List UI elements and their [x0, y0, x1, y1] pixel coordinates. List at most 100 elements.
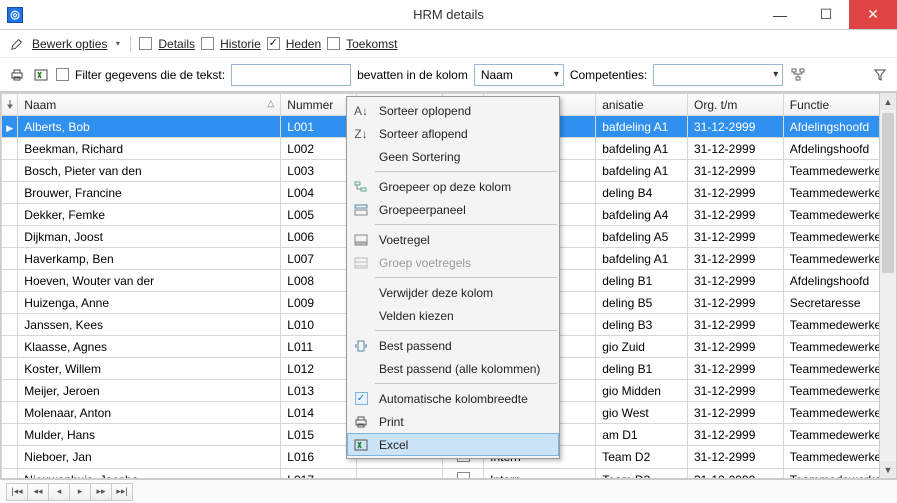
- col-organisatie[interactable]: anisatie: [596, 94, 688, 116]
- cm-print[interactable]: Print: [347, 410, 559, 433]
- details-link[interactable]: Details: [158, 37, 195, 51]
- cm-sort-asc[interactable]: A↓ Sorteer oplopend: [347, 99, 559, 122]
- cell-org-tm[interactable]: 31-12-2999: [687, 116, 783, 138]
- print-icon[interactable]: [8, 66, 26, 84]
- cell-nummer[interactable]: L013: [281, 380, 356, 402]
- cell-naam[interactable]: Bosch, Pieter van den: [18, 160, 281, 182]
- cell-nummer[interactable]: L008: [281, 270, 356, 292]
- scroll-down-icon[interactable]: ▼: [880, 461, 896, 478]
- cell-org-tm[interactable]: 31-12-2999: [687, 336, 783, 358]
- tree-icon[interactable]: [789, 66, 807, 84]
- cm-best-fit[interactable]: Best passend: [347, 334, 559, 357]
- cell-org-tm[interactable]: 31-12-2999: [687, 292, 783, 314]
- details-checkbox[interactable]: [139, 37, 152, 50]
- vertical-scrollbar[interactable]: ▲ ▼: [879, 93, 896, 478]
- cell-nummer[interactable]: L011: [281, 336, 356, 358]
- cell-org-tm[interactable]: 31-12-2999: [687, 380, 783, 402]
- cell-nummer[interactable]: L007: [281, 248, 356, 270]
- cell-org-tm[interactable]: 31-12-2999: [687, 226, 783, 248]
- scroll-up-icon[interactable]: ▲: [880, 93, 896, 110]
- col-pin[interactable]: [2, 94, 18, 116]
- close-button[interactable]: ✕: [849, 0, 897, 29]
- cell-nummer[interactable]: L012: [281, 358, 356, 380]
- edit-options-link[interactable]: Bewerk opties: [32, 37, 107, 51]
- cell-organisatie[interactable]: gio Zuid: [596, 336, 688, 358]
- minimize-button[interactable]: —: [757, 0, 803, 29]
- cell-nummer[interactable]: L003: [281, 160, 356, 182]
- excel-icon[interactable]: [32, 66, 50, 84]
- cell-organisatie[interactable]: bafdeling A5: [596, 226, 688, 248]
- cell-nummer[interactable]: L015: [281, 424, 356, 446]
- cell-organisatie[interactable]: gio West: [596, 402, 688, 424]
- nav-last-button[interactable]: ▸▸|: [111, 483, 133, 501]
- cm-auto-width[interactable]: ✓ Automatische kolombreedte: [347, 387, 559, 410]
- cell-checkbox[interactable]: [443, 469, 484, 480]
- filter-column-select[interactable]: Naam: [474, 64, 564, 86]
- cell-org-tm[interactable]: 31-12-2999: [687, 248, 783, 270]
- cm-excel[interactable]: Excel: [347, 433, 559, 456]
- cm-group-col[interactable]: Groepeer op deze kolom: [347, 175, 559, 198]
- cell-org-tm[interactable]: 31-12-2999: [687, 402, 783, 424]
- cell-nummer[interactable]: L016: [281, 446, 356, 469]
- cm-sort-desc[interactable]: Z↓ Sorteer aflopend: [347, 122, 559, 145]
- cell-organisatie[interactable]: deling B3: [596, 314, 688, 336]
- cell-org-tm[interactable]: 31-12-2999: [687, 469, 783, 480]
- cell-naam[interactable]: Nieuwenhuis, Jacoba: [18, 469, 281, 480]
- cell-naam[interactable]: Janssen, Kees: [18, 314, 281, 336]
- cell-naam[interactable]: Mulder, Hans: [18, 424, 281, 446]
- filter-key-icon[interactable]: [871, 66, 889, 84]
- cell-hidden[interactable]: [356, 469, 443, 480]
- cell-organisatie[interactable]: deling B5: [596, 292, 688, 314]
- cell-nummer[interactable]: L014: [281, 402, 356, 424]
- cell-organisatie[interactable]: bafdeling A1: [596, 248, 688, 270]
- nav-prev-button[interactable]: ◂: [48, 483, 70, 501]
- historie-link[interactable]: Historie: [220, 37, 261, 51]
- heden-checkbox[interactable]: [267, 37, 280, 50]
- maximize-button[interactable]: ☐: [803, 0, 849, 29]
- cell-organisatie[interactable]: bafdeling A1: [596, 116, 688, 138]
- cell-organisatie[interactable]: bafdeling A1: [596, 138, 688, 160]
- cell-org-tm[interactable]: 31-12-2999: [687, 204, 783, 226]
- cell-org-tm[interactable]: 31-12-2999: [687, 314, 783, 336]
- cm-footer[interactable]: Voetregel: [347, 228, 559, 251]
- nav-prev-page-button[interactable]: ◂◂: [27, 483, 49, 501]
- cell-organisatie[interactable]: Team D2: [596, 446, 688, 469]
- cell-org-tm[interactable]: 31-12-2999: [687, 424, 783, 446]
- table-row[interactable]: Nieuwenhuis, JacobaL017InternTeam D331-1…: [2, 469, 896, 480]
- cell-organisatie[interactable]: bafdeling A4: [596, 204, 688, 226]
- cm-remove-col[interactable]: Verwijder deze kolom: [347, 281, 559, 304]
- scroll-thumb[interactable]: [882, 113, 894, 273]
- cell-nummer[interactable]: L001: [281, 116, 356, 138]
- cm-best-fit-all[interactable]: Best passend (alle kolommen): [347, 357, 559, 380]
- cell-org-tm[interactable]: 31-12-2999: [687, 358, 783, 380]
- cell-org-tm[interactable]: 31-12-2999: [687, 138, 783, 160]
- cell-organisatie[interactable]: bafdeling A1: [596, 160, 688, 182]
- cell-naam[interactable]: Hoeven, Wouter van der: [18, 270, 281, 292]
- cell-nummer[interactable]: L010: [281, 314, 356, 336]
- cm-choose-fields[interactable]: Velden kiezen: [347, 304, 559, 327]
- toekomst-link[interactable]: Toekomst: [346, 37, 397, 51]
- cm-no-sort[interactable]: Geen Sortering: [347, 145, 559, 168]
- cell-hidden[interactable]: Intern: [484, 469, 596, 480]
- cell-naam[interactable]: Nieboer, Jan: [18, 446, 281, 469]
- cell-naam[interactable]: Haverkamp, Ben: [18, 248, 281, 270]
- cell-organisatie[interactable]: deling B1: [596, 270, 688, 292]
- edit-options-dropdown-icon[interactable]: ▾: [113, 37, 122, 51]
- cell-nummer[interactable]: L002: [281, 138, 356, 160]
- cell-org-tm[interactable]: 31-12-2999: [687, 270, 783, 292]
- heden-link[interactable]: Heden: [286, 37, 321, 51]
- cell-naam[interactable]: Meijer, Jeroen: [18, 380, 281, 402]
- cell-naam[interactable]: Dijkman, Joost: [18, 226, 281, 248]
- toekomst-checkbox[interactable]: [327, 37, 340, 50]
- cell-naam[interactable]: Koster, Willem: [18, 358, 281, 380]
- historie-checkbox[interactable]: [201, 37, 214, 50]
- cell-naam[interactable]: Huizenga, Anne: [18, 292, 281, 314]
- nav-first-button[interactable]: |◂◂: [6, 483, 28, 501]
- cell-naam[interactable]: Alberts, Bob: [18, 116, 281, 138]
- nav-next-page-button[interactable]: ▸▸: [90, 483, 112, 501]
- col-nummer[interactable]: Nummer: [281, 94, 356, 116]
- cell-organisatie[interactable]: am D1: [596, 424, 688, 446]
- cell-org-tm[interactable]: 31-12-2999: [687, 160, 783, 182]
- cell-nummer[interactable]: L017: [281, 469, 356, 480]
- cell-naam[interactable]: Dekker, Femke: [18, 204, 281, 226]
